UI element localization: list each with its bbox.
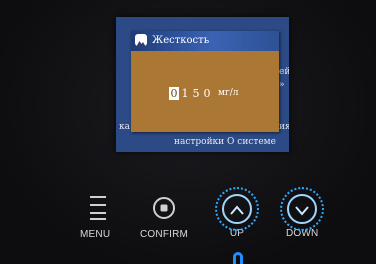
- background-menu-text: »: [279, 80, 285, 90]
- digit-3[interactable]: 5: [191, 87, 201, 100]
- device-panel: ей » ка ия настройки О системе Жесткость…: [0, 0, 376, 264]
- chevron-down-icon: [294, 203, 310, 222]
- menu-button[interactable]: MENU: [80, 193, 110, 240]
- dialog-header: Жесткость: [131, 31, 279, 51]
- background-menu-text: ка: [119, 122, 130, 132]
- digit-2[interactable]: 1: [180, 87, 190, 100]
- hardness-value-editor[interactable]: 0 1 5 0 мг/л: [169, 86, 238, 100]
- unit-label: мг/л: [218, 88, 239, 98]
- chevron-up-icon: [229, 202, 245, 221]
- hardness-dialog: Жесткость 0 1 5 0 мг/л: [131, 31, 279, 132]
- background-menu-text: ия: [279, 122, 289, 132]
- confirm-label: CONFIRM: [140, 229, 189, 240]
- up-button[interactable]: UP: [215, 187, 259, 239]
- down-ring: [280, 187, 325, 231]
- circle-dot-icon: [152, 195, 176, 225]
- display-screen: ей » ка ия настройки О системе Жесткость…: [116, 17, 289, 152]
- confirm-button[interactable]: CONFIRM: [140, 195, 188, 240]
- background-menu-text: ей: [279, 67, 289, 77]
- menu-label: MENU: [80, 229, 111, 240]
- background-menu-text: настройки О системе: [174, 137, 276, 147]
- digit-1[interactable]: 0: [169, 86, 179, 100]
- mountain-icon: [135, 34, 147, 47]
- dialog-title: Жесткость: [152, 35, 210, 46]
- hamburger-icon: [89, 193, 106, 225]
- indicator-stand: [233, 252, 243, 264]
- digit-4[interactable]: 0: [202, 87, 212, 100]
- down-button[interactable]: DOWN: [280, 187, 325, 239]
- up-ring: [215, 187, 259, 231]
